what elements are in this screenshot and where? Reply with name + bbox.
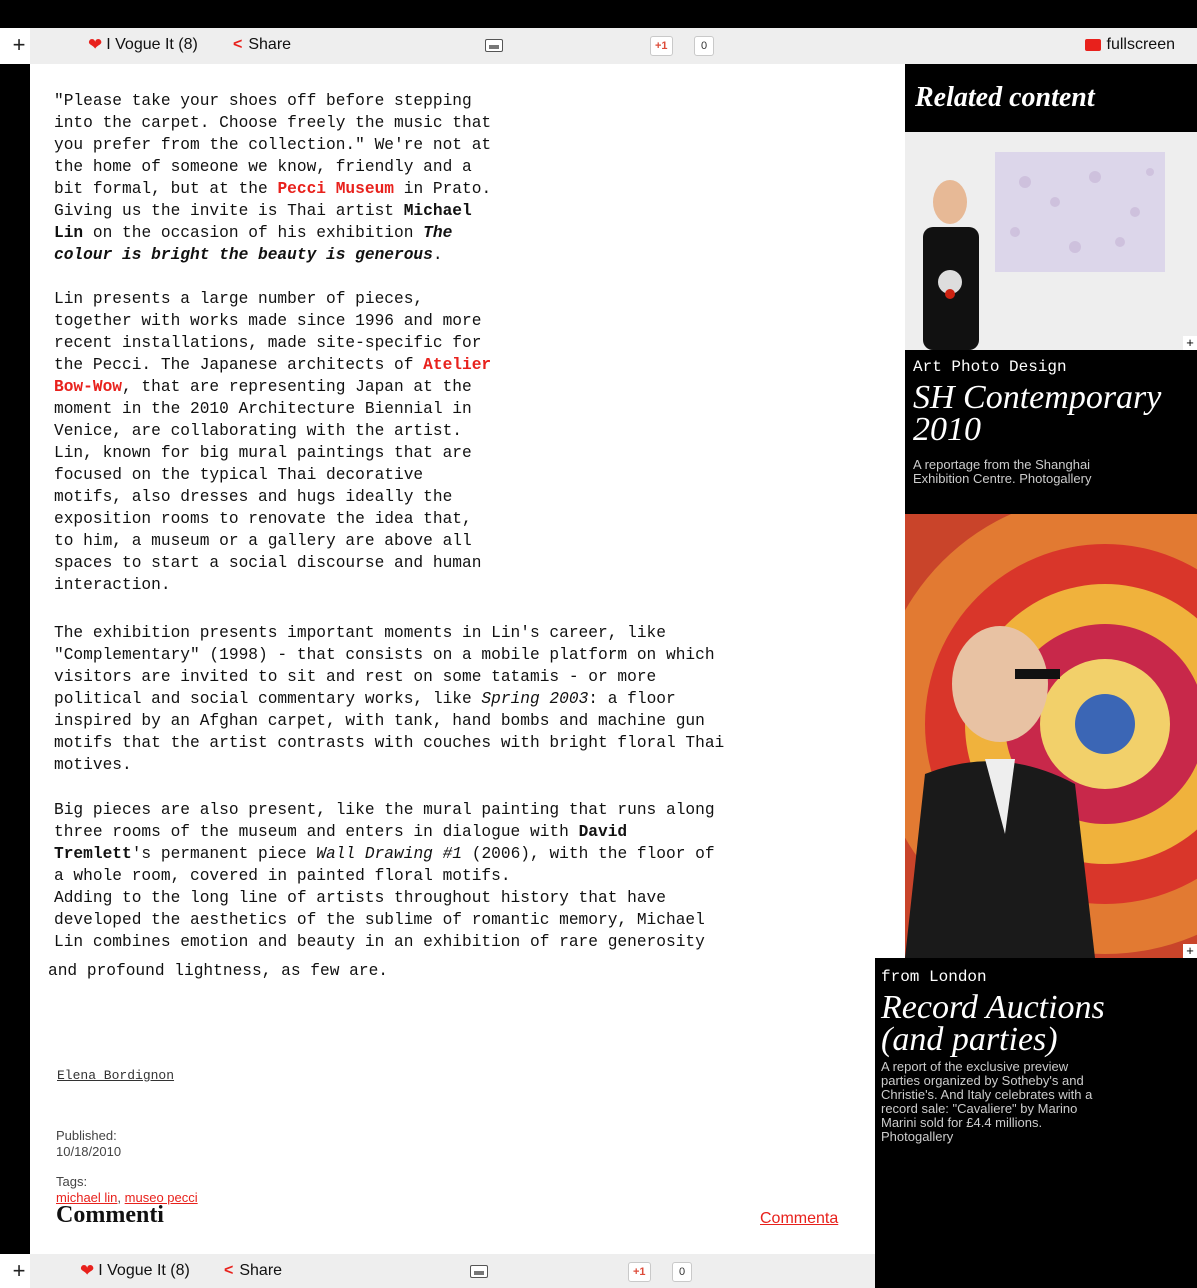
related-description: A report of the exclusive preview partie… xyxy=(881,1059,1093,1144)
work-title: Spring 2003 xyxy=(481,690,589,708)
related-thumbnail-1[interactable]: + xyxy=(905,132,1197,350)
author-link[interactable]: Elena Bordignon xyxy=(57,1068,174,1083)
vogue-it-label: I Vogue It (8) xyxy=(98,1262,190,1279)
related-title[interactable]: SH Contemporary 2010 xyxy=(913,381,1161,447)
article-toolbar-top: + ❤ I Vogue It (8) < Share +1 0 fullscre… xyxy=(13,28,1197,64)
vogue-it-button[interactable]: ❤ I Vogue It (8) xyxy=(80,1262,190,1280)
gplus-icon[interactable]: +1 xyxy=(628,1262,651,1282)
photo-auction-guest xyxy=(875,494,1197,958)
heart-icon: ❤ xyxy=(88,35,103,54)
bottom-black-area xyxy=(875,1254,1197,1288)
plus-icon[interactable]: + xyxy=(8,32,30,58)
work-title: Wall Drawing #1 xyxy=(316,845,463,863)
add-comment-link[interactable]: Commenta xyxy=(760,1210,838,1228)
related-thumbnail-2[interactable]: + xyxy=(875,494,1197,958)
related-description: A reportage from the Shanghai Exhibition… xyxy=(913,457,1092,486)
share-button[interactable]: < Share xyxy=(224,1262,282,1280)
share-icon: < xyxy=(224,1262,234,1279)
vogue-it-button[interactable]: ❤ I Vogue It (8) xyxy=(88,36,198,54)
related-title[interactable]: Record Auctions (and parties) xyxy=(881,991,1105,1057)
top-black-band xyxy=(0,0,1197,28)
published-label: Published: xyxy=(56,1128,117,1143)
article-paragraph: The exhibition presents important moment… xyxy=(54,622,724,776)
plus-icon[interactable]: + xyxy=(8,1258,30,1284)
article-toolbar-bottom: + ❤ I Vogue It (8) < Share +1 0 xyxy=(13,1254,875,1288)
related-content-sidebar-continued: from London Record Auctions (and parties… xyxy=(875,958,1197,1254)
text: . xyxy=(432,246,443,264)
related-content-heading: Related content xyxy=(915,82,1095,113)
share-icon: < xyxy=(233,36,243,53)
share-button[interactable]: < Share xyxy=(233,36,291,54)
share-label: Share xyxy=(248,36,292,53)
fullscreen-label: fullscreen xyxy=(1106,36,1175,53)
article-paragraph: "Please take your shoes off before stepp… xyxy=(54,90,491,266)
article-paragraph: Big pieces are also present, like the mu… xyxy=(54,799,715,953)
plus-icon[interactable]: + xyxy=(1183,336,1197,350)
heart-icon: ❤ xyxy=(80,1261,95,1280)
related-kicker: Art Photo Design xyxy=(913,358,1067,376)
tags-label: Tags: xyxy=(56,1174,88,1189)
article-footer: and profound lightness, as few are. Elen… xyxy=(30,958,875,1254)
picture-icon[interactable] xyxy=(485,39,503,52)
gplus-icon[interactable]: +1 xyxy=(650,36,673,56)
article-body: "Please take your shoes off before stepp… xyxy=(30,64,905,958)
related-kicker: from London xyxy=(881,968,987,986)
related-content-sidebar: Related content + Art Photo Design SH Co… xyxy=(875,64,1197,958)
text: , that are representing Japan at the mom… xyxy=(54,378,482,594)
fullscreen-button[interactable]: fullscreen xyxy=(1084,36,1175,54)
fullscreen-icon xyxy=(1084,39,1101,51)
gplus-label: +1 xyxy=(655,40,668,52)
vogue-it-label: I Vogue It (8) xyxy=(106,36,198,53)
photo-artist-standing xyxy=(905,132,1197,350)
pecci-museum-link[interactable]: Pecci Museum xyxy=(277,180,394,198)
article-last-line: and profound lightness, as few are. xyxy=(48,962,388,980)
gplus-count: 0 xyxy=(672,1262,693,1282)
gplus-label: +1 xyxy=(633,1266,646,1278)
picture-icon[interactable] xyxy=(470,1265,488,1278)
share-label: Share xyxy=(239,1262,283,1279)
article-paragraph: Lin presents a large number of pieces, t… xyxy=(54,288,491,596)
text: Lin presents a large number of pieces, t… xyxy=(54,290,482,374)
text: on the occasion of his exhibition xyxy=(83,224,424,242)
published-date: 10/18/2010 xyxy=(56,1144,122,1159)
gplus-count: 0 xyxy=(694,36,715,56)
text: 's permanent piece xyxy=(131,845,317,863)
plus-icon[interactable]: + xyxy=(1183,944,1197,958)
comments-heading: Commenti xyxy=(56,1202,164,1228)
